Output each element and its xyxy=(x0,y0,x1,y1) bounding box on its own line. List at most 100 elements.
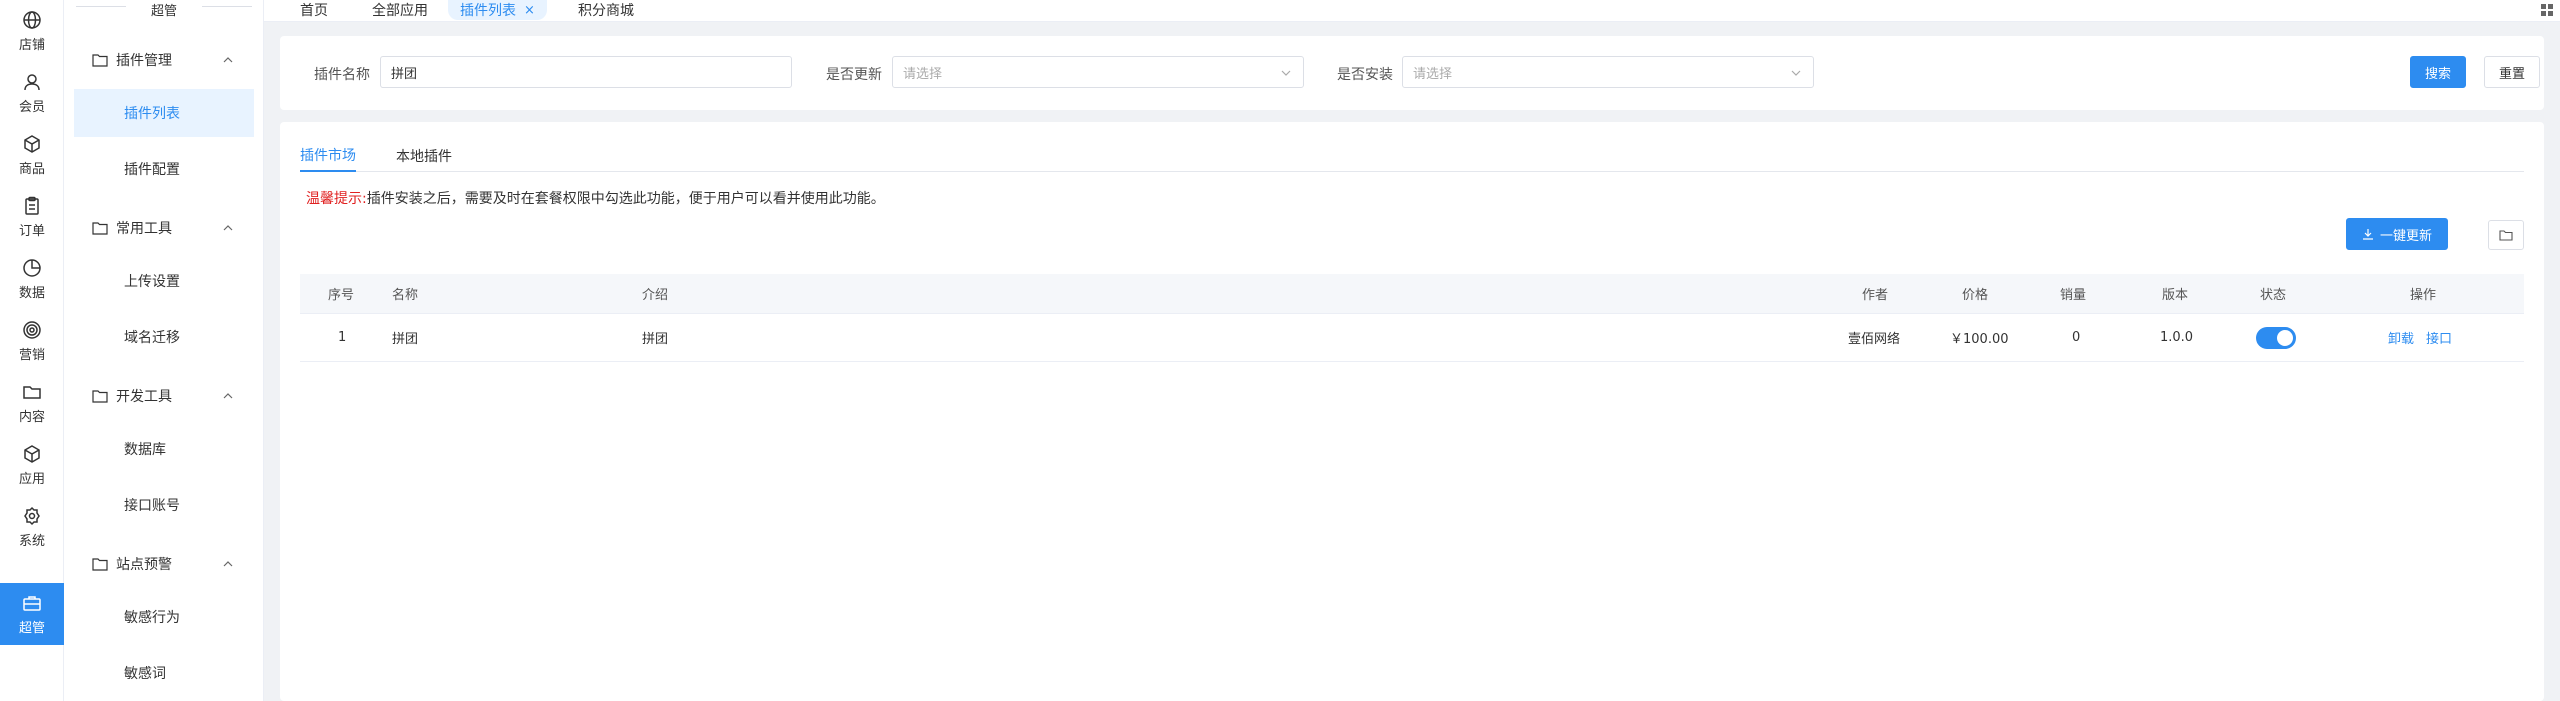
chevron-down-icon xyxy=(1791,70,1801,76)
briefcase-icon xyxy=(23,595,41,611)
menu-group-label: 常用工具 xyxy=(116,221,172,237)
rail-label: 营销 xyxy=(18,347,45,363)
rail-item-shop[interactable]: 店铺 xyxy=(0,0,64,62)
rail-label: 店铺 xyxy=(18,37,45,53)
tab-plugin-list[interactable]: 插件列表 × xyxy=(448,0,547,20)
col-name: 名称 xyxy=(392,288,419,303)
box-icon xyxy=(24,134,40,153)
row-version: 1.0.0 xyxy=(2160,330,2194,345)
folder-icon xyxy=(92,558,108,571)
menu-item-sensitive-words[interactable]: 敏感词 xyxy=(74,649,254,697)
globe-icon xyxy=(23,10,41,29)
tab-label: 插件列表 xyxy=(460,3,516,19)
rail-item-member[interactable]: 会员 xyxy=(0,62,64,124)
tab-points-mall[interactable]: 积分商城 xyxy=(578,0,634,20)
plugin-name-label: 插件名称 xyxy=(314,67,370,83)
tab-local-plugins[interactable]: 本地插件 xyxy=(396,140,452,172)
toggle-knob xyxy=(2277,330,2293,346)
folder-button[interactable] xyxy=(2488,220,2524,250)
plugin-tabs: 插件市场 本地插件 xyxy=(300,140,2524,172)
install-select[interactable]: 请选择 xyxy=(1402,56,1814,88)
chevron-up-icon xyxy=(223,57,233,63)
menu-group-dev[interactable]: 开发工具 xyxy=(74,374,252,418)
menu-group-alert[interactable]: 站点预警 xyxy=(74,542,252,586)
title-divider xyxy=(202,6,252,7)
col-price: 价格 xyxy=(1962,288,1989,303)
menu-group-label: 开发工具 xyxy=(116,389,172,405)
menu-item-sensitive-behavior[interactable]: 敏感行为 xyxy=(74,593,254,641)
folder-icon xyxy=(23,385,41,399)
menu-group-tools[interactable]: 常用工具 xyxy=(74,206,252,250)
col-status: 状态 xyxy=(2260,288,2287,303)
clipboard-icon xyxy=(25,196,39,215)
menu-item-database[interactable]: 数据库 xyxy=(74,425,254,473)
target-icon xyxy=(23,320,41,339)
api-link[interactable]: 接口 xyxy=(2426,328,2452,347)
update-all-button[interactable]: 一键更新 xyxy=(2346,218,2448,250)
rail-label: 系统 xyxy=(18,533,45,549)
col-intro: 介绍 xyxy=(642,288,669,303)
folder-icon xyxy=(92,54,108,67)
tip-text: 插件安装之后，需要及时在套餐权限中勾选此功能，便于用户可以看并使用此功能。 xyxy=(366,191,885,207)
pie-icon xyxy=(23,258,41,277)
menu-item-upload-settings[interactable]: 上传设置 xyxy=(74,257,254,305)
row-intro: 拼团 xyxy=(642,332,669,347)
chevron-down-icon xyxy=(1281,70,1291,76)
row-price: ￥100.00 xyxy=(1950,332,2009,347)
top-tab-bar: 首页 全部应用 插件列表 × 积分商城 xyxy=(264,0,2560,22)
rail-label: 应用 xyxy=(18,471,45,487)
rail-item-order[interactable]: 订单 xyxy=(0,186,64,248)
rail-label: 商品 xyxy=(18,161,45,177)
update-select[interactable]: 请选择 xyxy=(892,56,1304,88)
plugin-panel: 插件市场 本地插件 温馨提示:插件安装之后，需要及时在套餐权限中勾选此功能，便于… xyxy=(280,122,2544,701)
rail-label: 数据 xyxy=(18,285,45,301)
menu-item-domain-migration[interactable]: 域名迁移 xyxy=(74,313,254,361)
title-divider xyxy=(76,6,126,7)
rail-item-content[interactable]: 内容 xyxy=(0,372,64,434)
col-sales: 销量 xyxy=(2060,288,2087,303)
tab-plugin-market[interactable]: 插件市场 xyxy=(300,140,356,172)
rail-item-app[interactable]: 应用 xyxy=(0,434,64,496)
menu-group-label: 插件管理 xyxy=(116,53,172,69)
tab-home[interactable]: 首页 xyxy=(300,0,328,20)
user-icon xyxy=(24,73,40,90)
col-author: 作者 xyxy=(1862,288,1889,303)
menu-item-plugin-list[interactable]: 插件列表 xyxy=(74,89,254,137)
row-index: 1 xyxy=(338,330,347,345)
menu-group-plugin[interactable]: 插件管理 xyxy=(74,38,252,82)
rail-item-marketing[interactable]: 营销 xyxy=(0,310,64,372)
folder-icon xyxy=(2499,230,2513,241)
plugin-name-input[interactable] xyxy=(380,56,792,88)
rail-item-system[interactable]: 系统 xyxy=(0,496,64,558)
rail-label: 订单 xyxy=(18,223,45,239)
search-button[interactable]: 搜索 xyxy=(2410,56,2466,88)
update-label: 是否更新 xyxy=(826,67,882,83)
filter-panel: 插件名称 是否更新 请选择 是否安装 请选择 搜索 重置 xyxy=(280,36,2544,110)
close-icon[interactable]: × xyxy=(524,3,535,18)
menu-title-text: 超管 xyxy=(150,4,177,19)
icon-rail: 店铺 会员 商品 订单 数据 营销 内容 应用 系统 超管 xyxy=(0,0,64,701)
chevron-up-icon xyxy=(223,561,233,567)
row-name: 拼团 xyxy=(392,332,419,347)
install-label: 是否安装 xyxy=(1337,67,1393,83)
menu-item-api-account[interactable]: 接口账号 xyxy=(74,481,254,529)
rail-label: 超管 xyxy=(18,620,45,636)
tab-all-apps[interactable]: 全部应用 xyxy=(372,0,428,20)
rail-item-super-admin[interactable]: 超管 xyxy=(0,583,64,645)
folder-icon xyxy=(92,222,108,235)
status-toggle[interactable] xyxy=(2256,327,2296,349)
col-actions: 操作 xyxy=(2410,288,2437,303)
chevron-up-icon xyxy=(223,225,233,231)
cube-icon xyxy=(24,444,40,463)
rail-item-data[interactable]: 数据 xyxy=(0,248,64,310)
gear-icon xyxy=(24,506,40,525)
install-placeholder: 请选择 xyxy=(1413,66,1453,82)
menu-group-label: 站点预警 xyxy=(116,557,172,573)
table-row: 1 拼团 拼团 壹佰网络 ￥100.00 0 1.0.0 卸载 接口 xyxy=(300,314,2524,362)
chevron-up-icon xyxy=(223,393,233,399)
reset-button[interactable]: 重置 xyxy=(2484,56,2540,88)
uninstall-link[interactable]: 卸载 xyxy=(2388,328,2414,347)
grid-icon[interactable] xyxy=(2540,3,2554,17)
menu-item-plugin-config[interactable]: 插件配置 xyxy=(74,145,254,193)
rail-item-goods[interactable]: 商品 xyxy=(0,124,64,186)
